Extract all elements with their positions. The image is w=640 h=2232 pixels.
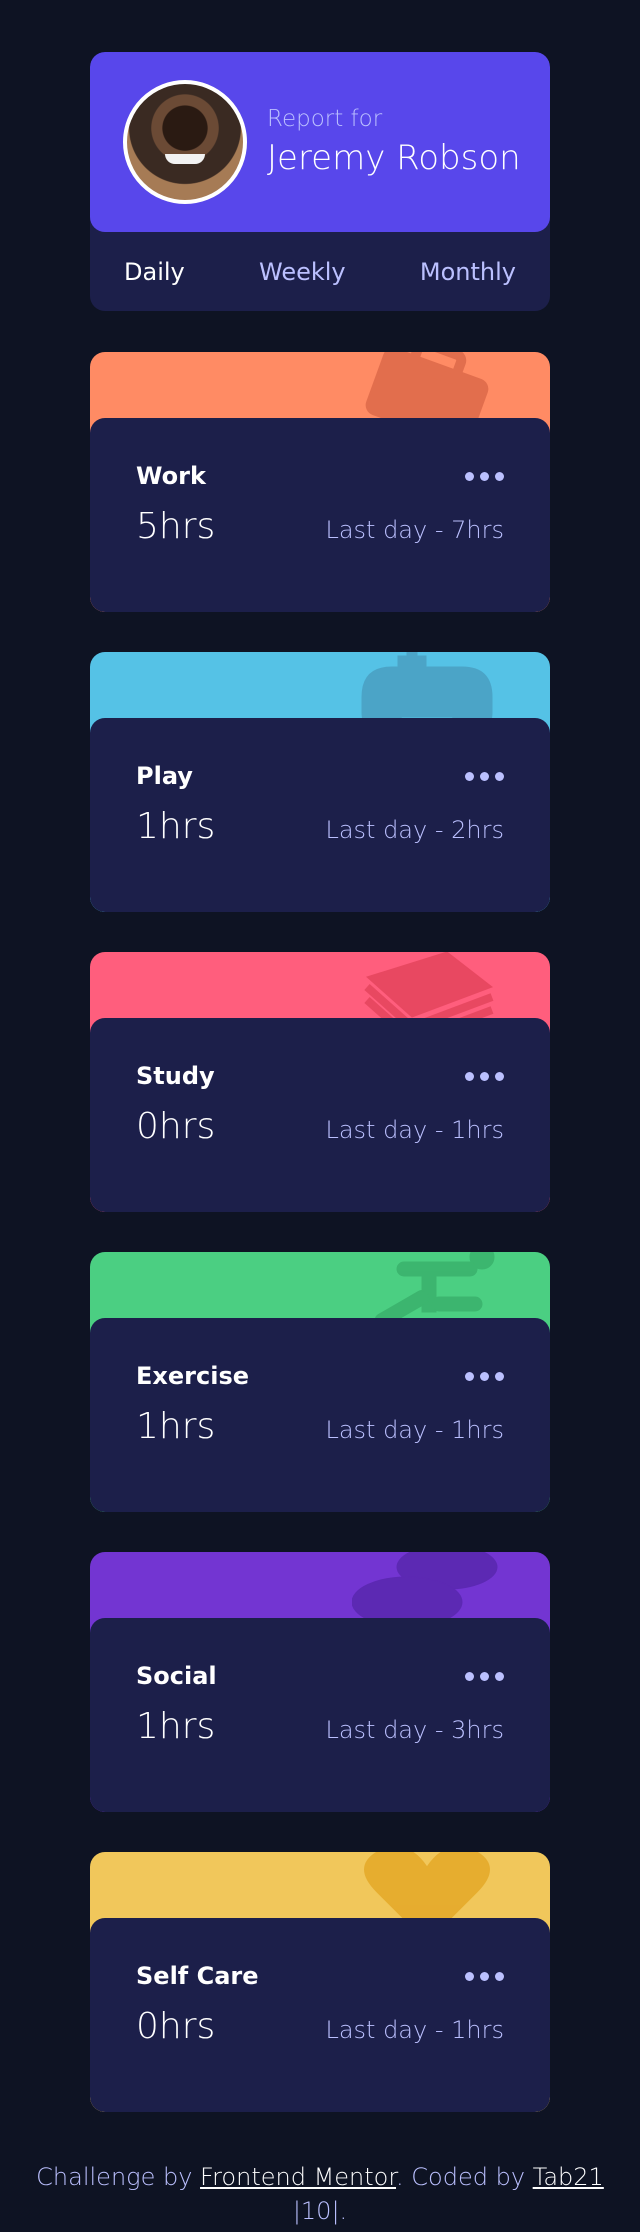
more-options-icon[interactable] <box>465 766 504 787</box>
footer-text: . Coded by <box>396 2163 533 2191</box>
card-title: Exercise <box>136 1362 250 1390</box>
activity-card-play: Play 1hrs Last day - 2hrs <box>90 652 550 912</box>
card-body[interactable]: Work 5hrs Last day - 7hrs <box>90 418 550 612</box>
avatar <box>123 80 247 204</box>
previous-hours: Last day - 1hrs <box>325 1116 504 1144</box>
profile-header: Report for Jeremy Robson <box>90 52 550 232</box>
card-title: Play <box>136 762 193 790</box>
current-hours: 0hrs <box>136 1106 216 1147</box>
tab-monthly[interactable]: Monthly <box>420 258 516 286</box>
card-body[interactable]: Self Care 0hrs Last day - 1hrs <box>90 1918 550 2112</box>
attribution-footer: Challenge by Frontend Mentor. Coded by T… <box>0 2160 640 2228</box>
more-options-icon[interactable] <box>465 1366 504 1387</box>
card-title: Self Care <box>136 1962 259 1990</box>
previous-hours: Last day - 1hrs <box>325 2016 504 2044</box>
frontend-mentor-link[interactable]: Frontend Mentor <box>200 2163 396 2191</box>
author-link[interactable]: Tab21 <box>533 2163 604 2191</box>
activity-card-work: Work 5hrs Last day - 7hrs <box>90 352 550 612</box>
previous-hours: Last day - 2hrs <box>325 816 504 844</box>
period-tabs: Daily Weekly Monthly <box>90 232 550 311</box>
report-for-label: Report for <box>267 106 383 132</box>
more-options-icon[interactable] <box>465 466 504 487</box>
activity-card-social: Social 1hrs Last day - 3hrs <box>90 1552 550 1812</box>
user-name: Jeremy Robson <box>267 138 521 178</box>
tab-daily[interactable]: Daily <box>124 258 185 286</box>
card-body[interactable]: Study 0hrs Last day - 1hrs <box>90 1018 550 1212</box>
current-hours: 0hrs <box>136 2006 216 2047</box>
activity-card-self-care: Self Care 0hrs Last day - 1hrs <box>90 1852 550 2112</box>
previous-hours: Last day - 7hrs <box>325 516 504 544</box>
activity-card-study: Study 0hrs Last day - 1hrs <box>90 952 550 1212</box>
more-options-icon[interactable] <box>465 1966 504 1987</box>
tab-weekly[interactable]: Weekly <box>259 258 346 286</box>
card-title: Work <box>136 462 206 490</box>
profile-card: Report for Jeremy Robson Daily Weekly Mo… <box>90 52 550 311</box>
current-hours: 1hrs <box>136 1406 216 1447</box>
previous-hours: Last day - 1hrs <box>325 1416 504 1444</box>
current-hours: 5hrs <box>136 506 216 547</box>
card-body[interactable]: Play 1hrs Last day - 2hrs <box>90 718 550 912</box>
more-options-icon[interactable] <box>465 1666 504 1687</box>
card-title: Study <box>136 1062 215 1090</box>
more-options-icon[interactable] <box>465 1066 504 1087</box>
previous-hours: Last day - 3hrs <box>325 1716 504 1744</box>
footer-text: |10|. <box>292 2197 348 2225</box>
current-hours: 1hrs <box>136 1706 216 1747</box>
footer-text: Challenge by <box>36 2163 201 2191</box>
card-body[interactable]: Social 1hrs Last day - 3hrs <box>90 1618 550 1812</box>
activity-card-exercise: Exercise 1hrs Last day - 1hrs <box>90 1252 550 1512</box>
card-title: Social <box>136 1662 217 1690</box>
current-hours: 1hrs <box>136 806 216 847</box>
card-body[interactable]: Exercise 1hrs Last day - 1hrs <box>90 1318 550 1512</box>
